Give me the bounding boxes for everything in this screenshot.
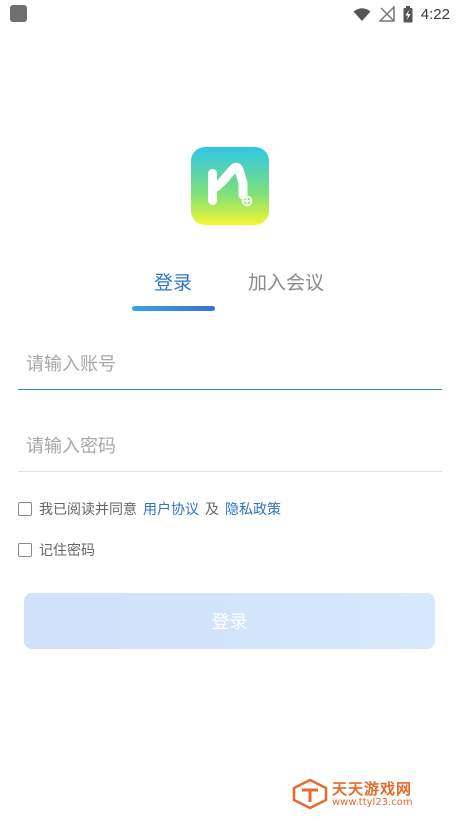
agreement-prefix: 我已阅读并同意 <box>39 502 137 518</box>
app-logo <box>191 147 269 225</box>
user-agreement-link[interactable]: 用户协议 <box>143 499 199 519</box>
login-button[interactable]: 登录 <box>24 593 435 649</box>
login-tabs: 登录 加入会议 <box>0 262 460 312</box>
status-icons: 4:22 <box>353 4 450 24</box>
status-time: 4:22 <box>420 5 450 23</box>
password-field-wrapper <box>18 422 442 472</box>
privacy-policy-link[interactable]: 隐私政策 <box>225 499 281 519</box>
watermark-title: 天天游戏网 <box>332 780 413 798</box>
watermark-logo-icon <box>292 778 328 810</box>
tab-login[interactable]: 登录 <box>154 268 192 295</box>
agreement-checkbox[interactable] <box>18 502 32 516</box>
wifi-icon <box>353 7 371 21</box>
account-field-wrapper <box>18 340 442 390</box>
account-input[interactable] <box>18 340 442 389</box>
no-signal-icon <box>378 6 395 22</box>
logo-mark-icon <box>208 162 253 207</box>
watermark: 天天游戏网 www.ttyl23.com <box>292 778 442 812</box>
tab-join-meeting[interactable]: 加入会议 <box>248 268 324 295</box>
remember-password-checkbox[interactable] <box>18 543 32 557</box>
watermark-url: www.ttyl23.com <box>332 797 413 808</box>
battery-charging-icon <box>403 5 413 22</box>
password-input[interactable] <box>18 422 442 471</box>
agreement-and: 及 <box>205 502 219 518</box>
remember-password-label: 记住密码 <box>39 543 95 559</box>
remember-row: 记住密码 <box>18 539 95 561</box>
app-notification-icon <box>10 5 27 22</box>
active-tab-indicator <box>132 306 215 311</box>
status-bar: 4:22 <box>0 0 460 28</box>
agreement-row: 我已阅读并同意 用户协议 及 隐私政策 <box>18 498 287 520</box>
